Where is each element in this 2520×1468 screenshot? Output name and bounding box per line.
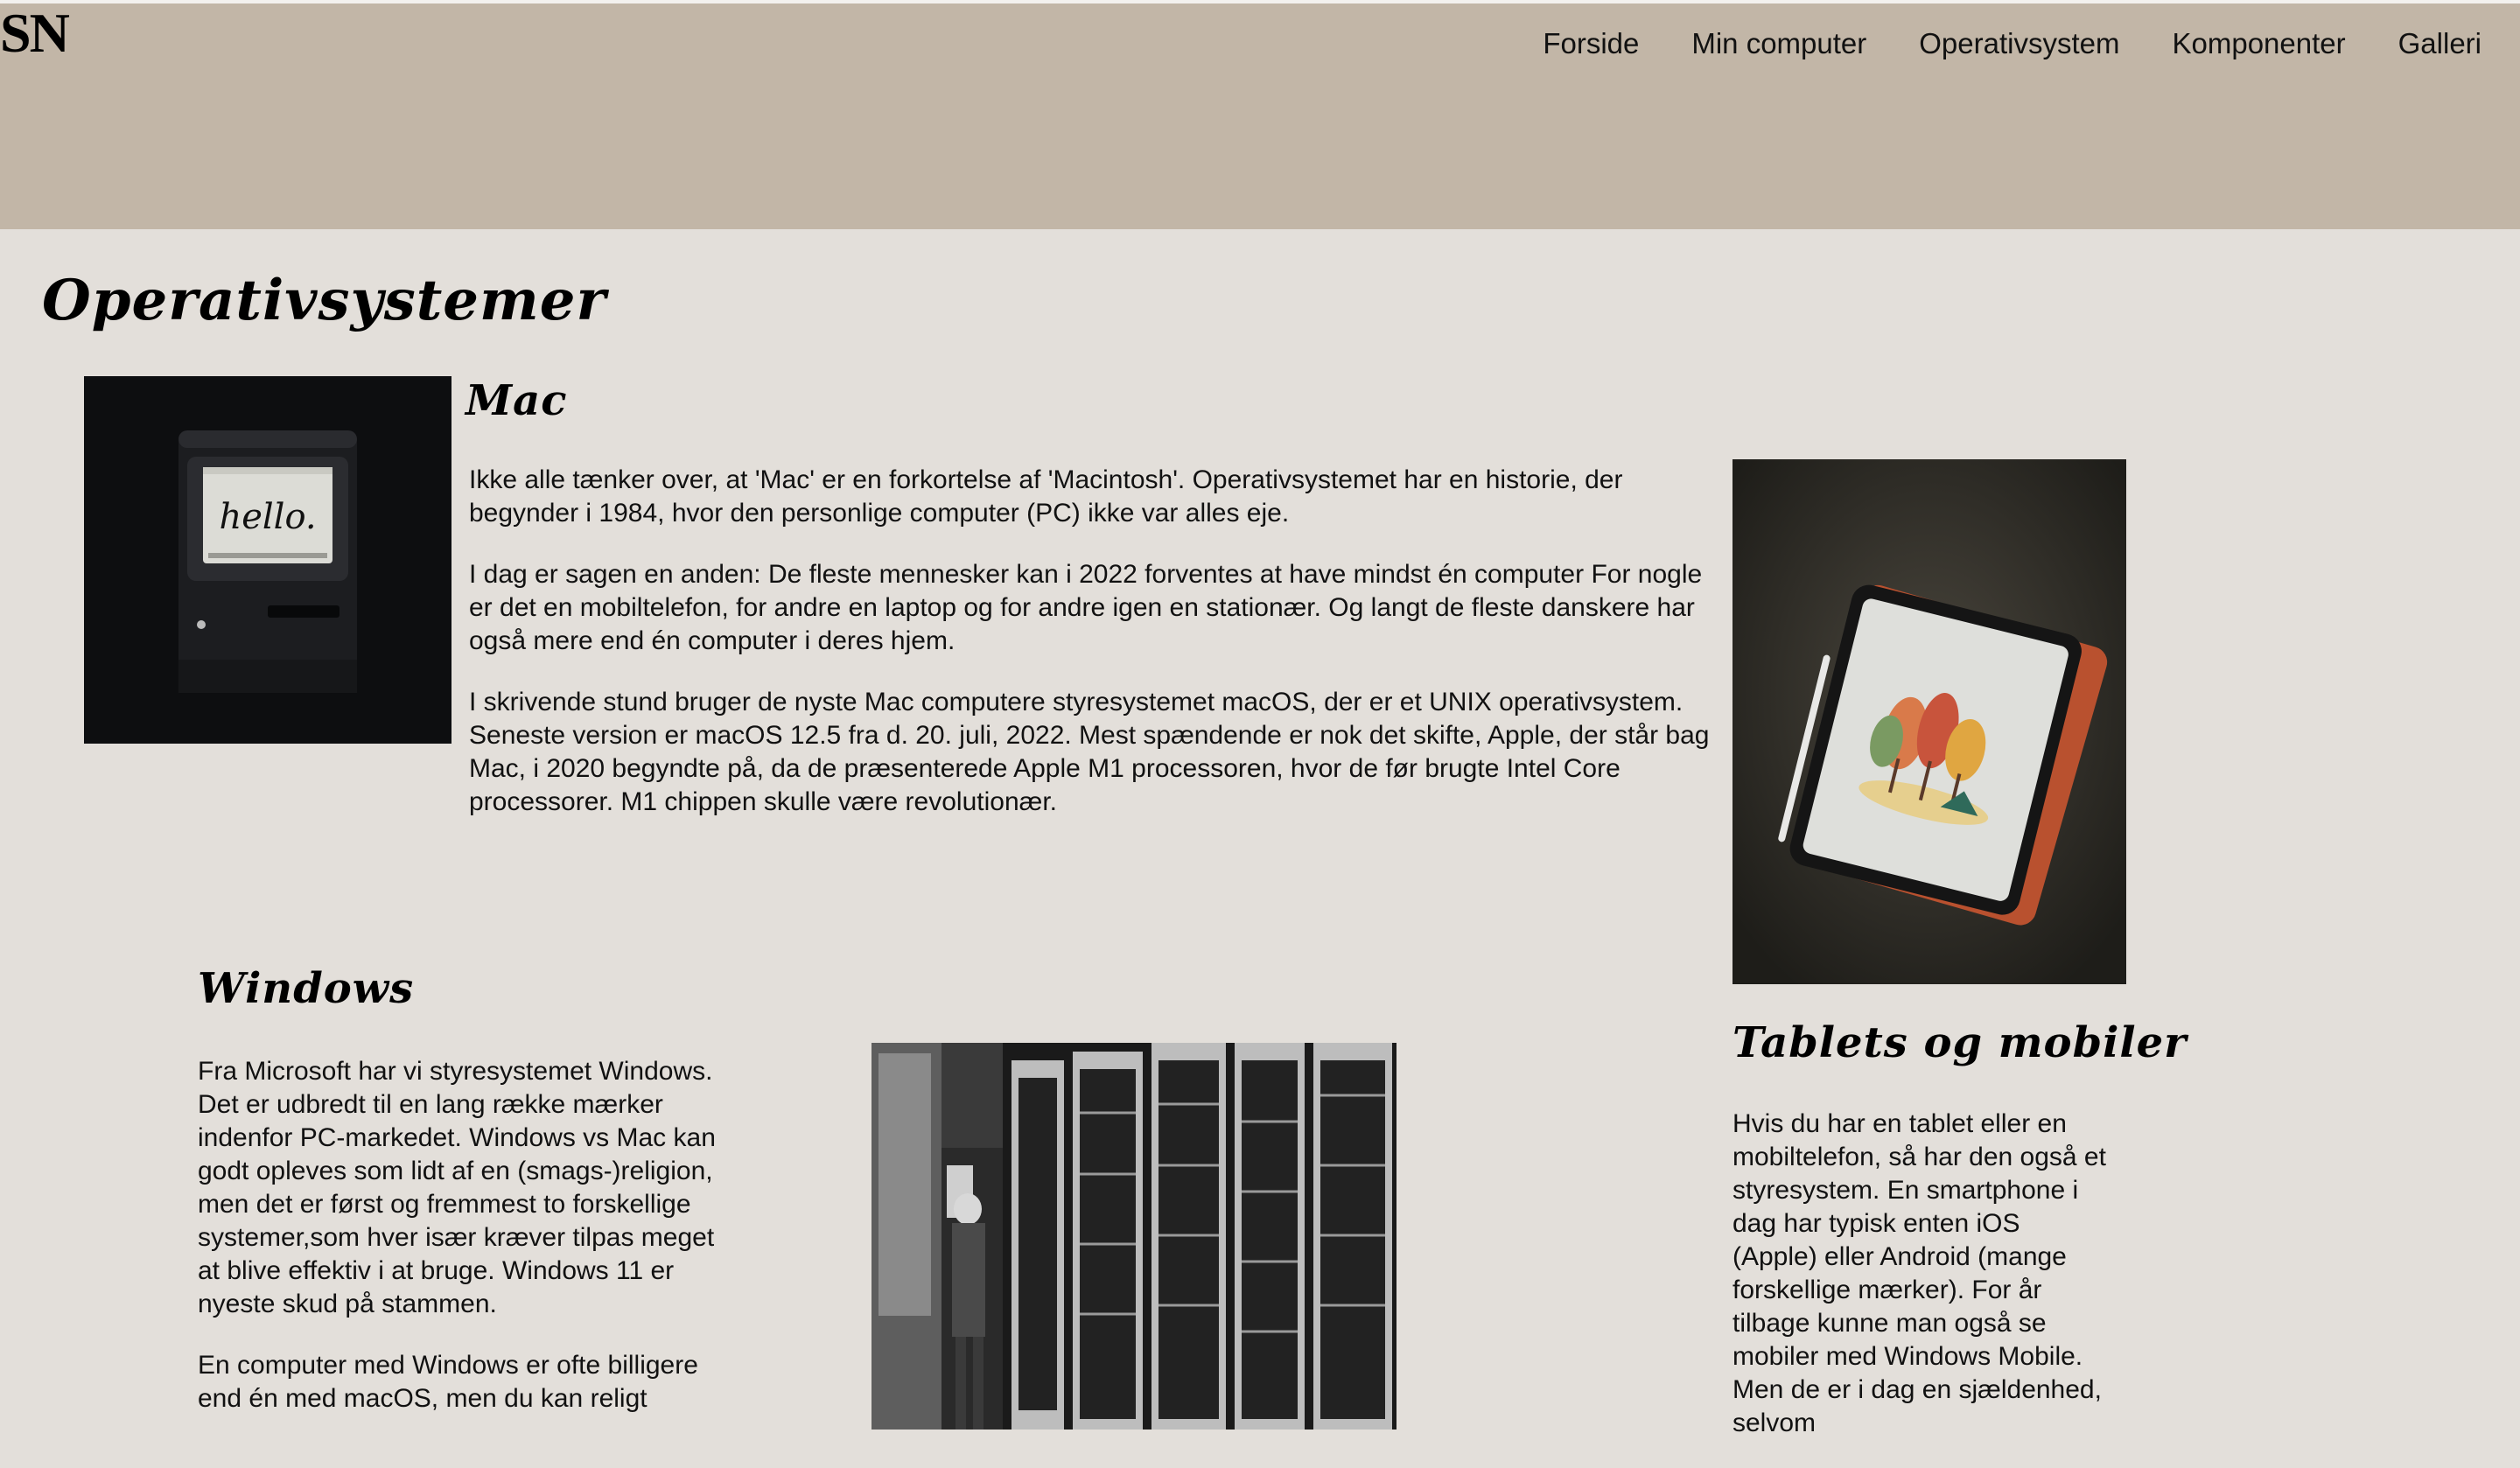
- windows-paragraph: Fra Microsoft har vi styresystemet Windo…: [198, 1057, 716, 1318]
- mac-heading: Mac: [466, 376, 568, 425]
- tablets-heading: Tablets og mobiler: [1732, 1018, 2188, 1067]
- nav-link-min-computer[interactable]: Min computer: [1691, 24, 1866, 63]
- mac-paragraph: Ikke alle tænker over, at 'Mac' er en fo…: [469, 465, 1623, 528]
- nav-link-operativsystem[interactable]: Operativsystem: [1919, 24, 2119, 63]
- mac-text: Ikke alle tænker over, at 'Mac' er en fo…: [469, 464, 1722, 847]
- windows-heading: Windows: [198, 964, 415, 1013]
- macintosh-image: hello.: [84, 376, 452, 744]
- windows-text: Fra Microsoft har vi styresystemet Windo…: [198, 1055, 740, 1444]
- site-header: SN Forside Min computer Operativsystem K…: [0, 3, 2520, 229]
- nav-link-komponenter[interactable]: Komponenter: [2173, 24, 2346, 63]
- site-logo[interactable]: SN: [0, 5, 70, 61]
- page-title: Operativsystemer: [42, 268, 607, 333]
- main-nav: Forside Min computer Operativsystem Komp…: [1543, 24, 2482, 63]
- nav-link-galleri[interactable]: Galleri: [2398, 24, 2482, 63]
- tablets-paragraph: Hvis du har en tablet eller en mobiltele…: [1732, 1109, 2106, 1437]
- hello-screen-text: hello.: [219, 497, 316, 537]
- mac-paragraph: I skrivende stund bruger de nyste Mac co…: [469, 688, 1710, 816]
- tablet-image: [1732, 459, 2126, 984]
- tablets-text: Hvis du har en tablet eller en mobiltele…: [1732, 1108, 2109, 1468]
- server-room-image: [872, 1043, 1396, 1430]
- mac-paragraph: I dag er sagen en anden: De fleste menne…: [469, 560, 1703, 655]
- nav-link-forside[interactable]: Forside: [1543, 24, 1639, 63]
- windows-paragraph: En computer med Windows er ofte billiger…: [198, 1351, 698, 1413]
